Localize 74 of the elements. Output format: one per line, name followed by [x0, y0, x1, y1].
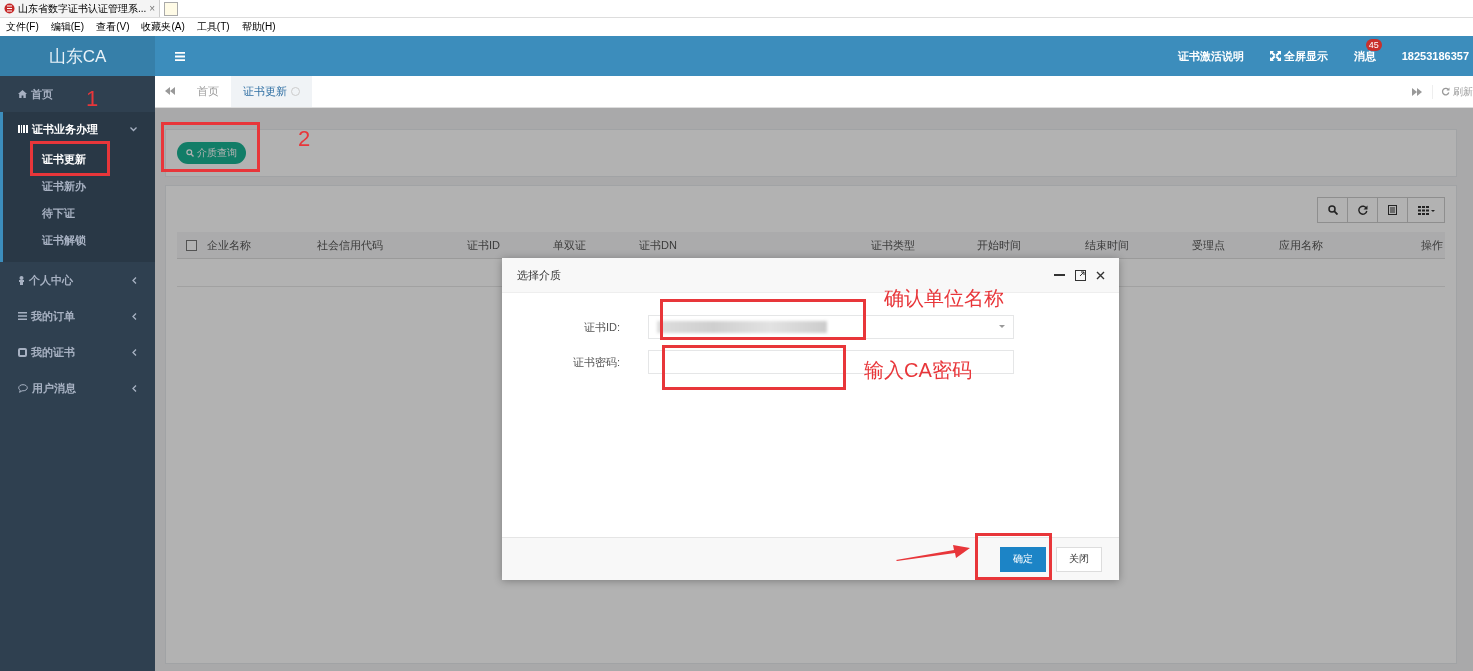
grid-icon: [1417, 205, 1435, 215]
square-icon: [18, 347, 27, 357]
header-link[interactable]: 证书激活说明: [1177, 48, 1244, 64]
column-header: 结束时间: [1085, 237, 1130, 253]
menu-icon[interactable]: [175, 51, 185, 61]
refresh-icon: [1357, 205, 1368, 215]
refresh-button[interactable]: 刷新: [1432, 84, 1473, 99]
chat-icon: [18, 383, 28, 393]
search-button[interactable]: [1317, 197, 1348, 223]
step-number: 2: [298, 128, 311, 150]
user-icon: [18, 275, 25, 285]
column-header: 应用名称: [1279, 237, 1324, 253]
page-tab[interactable]: 首页: [185, 76, 231, 107]
select-all-checkbox[interactable]: [186, 239, 197, 251]
search-icon: [186, 149, 194, 157]
caret-icon: [999, 325, 1005, 329]
list-icon: [18, 312, 27, 320]
confirm-button[interactable]: 确定: [1000, 546, 1046, 572]
home-icon: [18, 90, 27, 98]
column-header: 证书DN: [639, 237, 678, 253]
menu-item[interactable]: 帮助(H): [241, 20, 276, 34]
menu-item[interactable]: 收藏夹(A): [141, 20, 185, 34]
column-header: 证书类型: [871, 237, 916, 253]
refresh-icon: [1441, 87, 1450, 96]
dialog-title: 选择介质: [517, 267, 561, 283]
toggle-view-button[interactable]: [1377, 197, 1408, 223]
new-tab-icon[interactable]: [164, 1, 179, 16]
select-field[interactable]: [648, 315, 1014, 339]
sidebar-subitem[interactable]: 证书更新: [3, 146, 155, 173]
count-badge: 45: [1365, 38, 1382, 51]
header-link[interactable]: 消息: [1353, 48, 1376, 64]
header-link[interactable]: 18253186357: [1401, 50, 1473, 62]
column-header: 单双证: [553, 237, 587, 253]
menu-item[interactable]: 查看(V): [96, 20, 130, 34]
header-link[interactable]: 全屏显示: [1283, 48, 1328, 64]
logo: 山东CA: [0, 36, 155, 76]
sidebar-item[interactable]: 用户消息: [18, 380, 76, 396]
close-icon[interactable]: [1096, 270, 1105, 280]
step-number: 1: [86, 88, 99, 110]
column-header: 社会信用代码: [317, 237, 384, 253]
scroll-right-icon[interactable]: [1412, 87, 1422, 96]
maximize-icon[interactable]: [1075, 269, 1086, 281]
column-header: 受理点: [1192, 237, 1226, 253]
column-header: 操作: [1421, 237, 1444, 253]
sidebar-item[interactable]: 证书业务办理: [18, 121, 98, 137]
menu-item[interactable]: 文件(F): [6, 20, 39, 34]
close-button[interactable]: 关闭: [1056, 546, 1102, 572]
sidebar-item[interactable]: 个人中心: [18, 272, 73, 288]
column-header: 企业名称: [207, 237, 252, 253]
sidebar-subitem[interactable]: 证书解锁: [3, 227, 155, 254]
field-label: 证书密码:: [571, 354, 621, 370]
scroll-left-icon[interactable]: [165, 87, 175, 95]
sidebar-item[interactable]: 首页: [18, 86, 53, 102]
field-label: 证书ID:: [582, 319, 621, 335]
menu-item[interactable]: 编辑(E): [50, 20, 85, 34]
sidebar-subitem[interactable]: 证书新办: [3, 173, 155, 200]
sidebar-subitem[interactable]: 待下证: [3, 200, 155, 227]
sidebar-item[interactable]: 我的证书: [18, 344, 75, 360]
refresh-button[interactable]: [1347, 197, 1378, 223]
sidebar-item[interactable]: 我的订单: [18, 308, 75, 324]
list-icon: [1388, 205, 1397, 215]
search-icon: [1327, 205, 1338, 215]
logo-icon: [4, 3, 15, 14]
columns-button[interactable]: [1407, 197, 1445, 223]
annotation-text: 输入CA密码: [864, 358, 972, 383]
bars-icon: [18, 125, 28, 133]
menu-item[interactable]: 工具(T): [196, 20, 230, 34]
column-header: 证书ID: [467, 237, 501, 253]
column-header: 开始时间: [977, 237, 1022, 253]
page-tab[interactable]: 证书更新: [231, 76, 312, 107]
minimize-icon[interactable]: [1054, 273, 1065, 277]
browser-tab[interactable]: 山东省数字证书认证管理系... ×: [0, 0, 161, 17]
annotation-text: 确认单位名称: [884, 286, 1004, 311]
fullscreen-icon[interactable]: [1269, 51, 1281, 61]
